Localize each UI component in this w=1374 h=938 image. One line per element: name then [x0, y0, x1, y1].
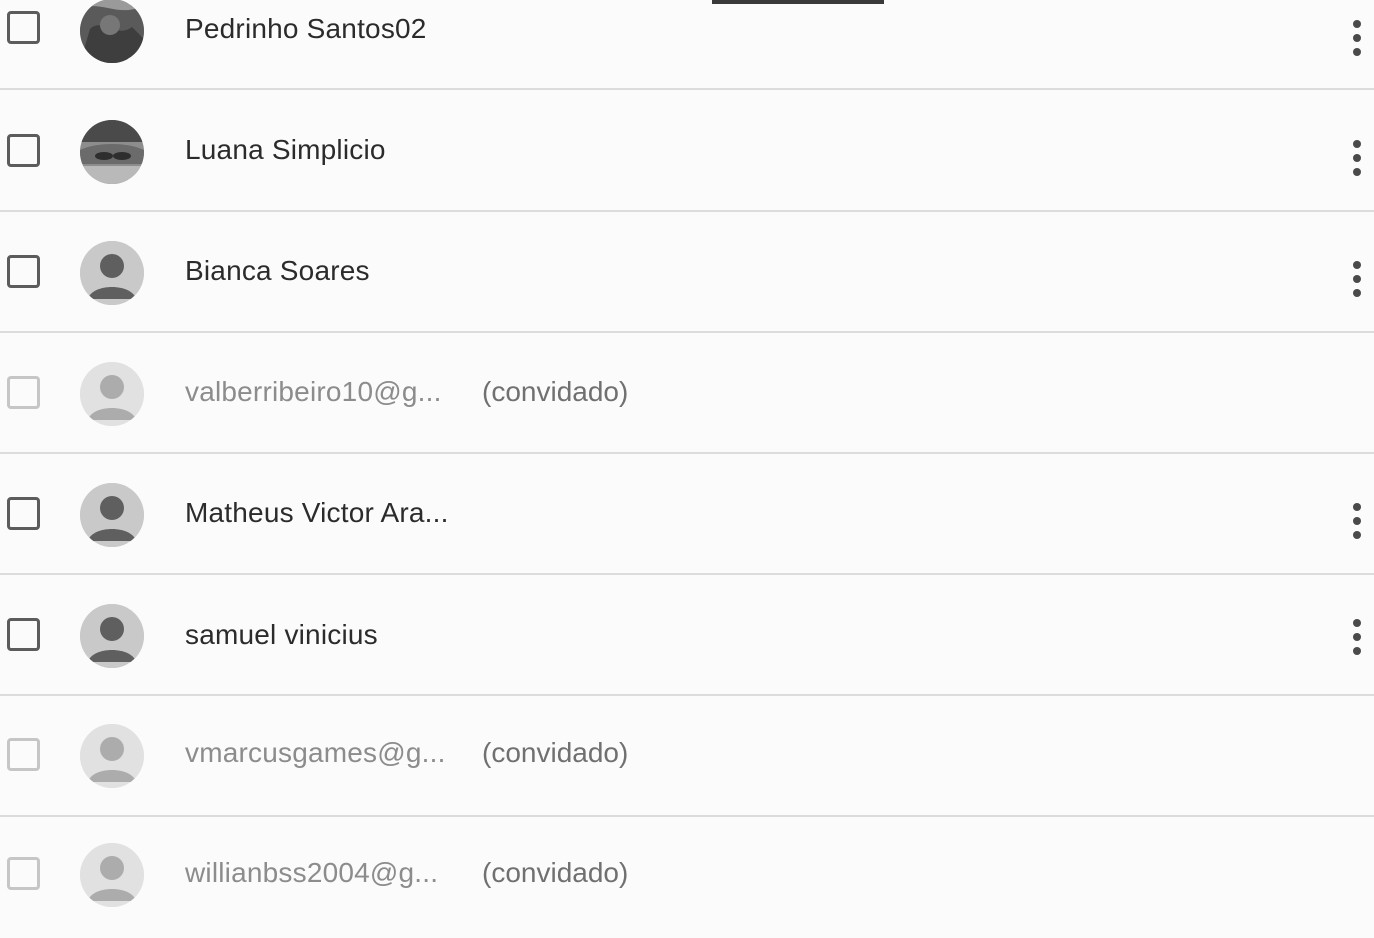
more-vert-icon[interactable]: [1343, 18, 1371, 58]
member-name: Bianca Soares: [185, 255, 370, 286]
member-row[interactable]: Bianca Soares: [0, 212, 1374, 333]
avatar: [80, 843, 144, 907]
person-icon: [80, 724, 144, 788]
more-vert-icon[interactable]: [1343, 259, 1371, 299]
select-checkbox[interactable]: [7, 497, 40, 530]
person-icon: [80, 362, 144, 426]
invited-label: (convidado): [482, 376, 629, 407]
avatar: [80, 483, 144, 547]
select-checkbox[interactable]: [7, 134, 40, 167]
member-row[interactable]: Luana Simplicio: [0, 91, 1374, 212]
select-checkbox[interactable]: [7, 11, 40, 44]
member-name: samuel vinicius: [185, 619, 378, 650]
invited-label: (convidado): [482, 857, 629, 888]
avatar: [80, 120, 144, 184]
person-icon: [80, 604, 144, 668]
member-row[interactable]: vmarcusgames@g... (convidado): [0, 696, 1374, 817]
select-checkbox[interactable]: [7, 376, 40, 409]
photo-avatar-icon: [80, 0, 144, 63]
member-row[interactable]: Pedrinho Santos02: [0, 0, 1374, 90]
row-divider: [0, 88, 1374, 90]
invited-label: (convidado): [482, 737, 629, 768]
avatar: [80, 362, 144, 426]
member-email: vmarcusgames@g...: [185, 737, 446, 768]
person-icon: [80, 483, 144, 547]
member-row[interactable]: valberribeiro10@g... (convidado): [0, 333, 1374, 454]
more-vert-icon[interactable]: [1343, 617, 1371, 657]
avatar: [80, 241, 144, 305]
select-checkbox[interactable]: [7, 255, 40, 288]
person-icon: [80, 843, 144, 907]
avatar: [80, 0, 144, 63]
member-row[interactable]: willianbss2004@g... (convidado): [0, 817, 1374, 938]
select-checkbox[interactable]: [7, 738, 40, 771]
member-name: Pedrinho Santos02: [185, 13, 427, 44]
photo-avatar-icon: [80, 120, 144, 184]
member-name: Matheus Victor Ara...: [185, 497, 449, 528]
avatar: [80, 604, 144, 668]
more-vert-icon[interactable]: [1343, 501, 1371, 541]
avatar: [80, 724, 144, 788]
member-row[interactable]: samuel vinicius: [0, 575, 1374, 696]
select-checkbox[interactable]: [7, 857, 40, 890]
member-name: Luana Simplicio: [185, 134, 386, 165]
member-email: valberribeiro10@g...: [185, 376, 442, 407]
member-email: willianbss2004@g...: [185, 857, 439, 888]
person-icon: [80, 241, 144, 305]
select-checkbox[interactable]: [7, 618, 40, 651]
more-vert-icon[interactable]: [1343, 138, 1371, 178]
member-row[interactable]: Matheus Victor Ara...: [0, 454, 1374, 575]
